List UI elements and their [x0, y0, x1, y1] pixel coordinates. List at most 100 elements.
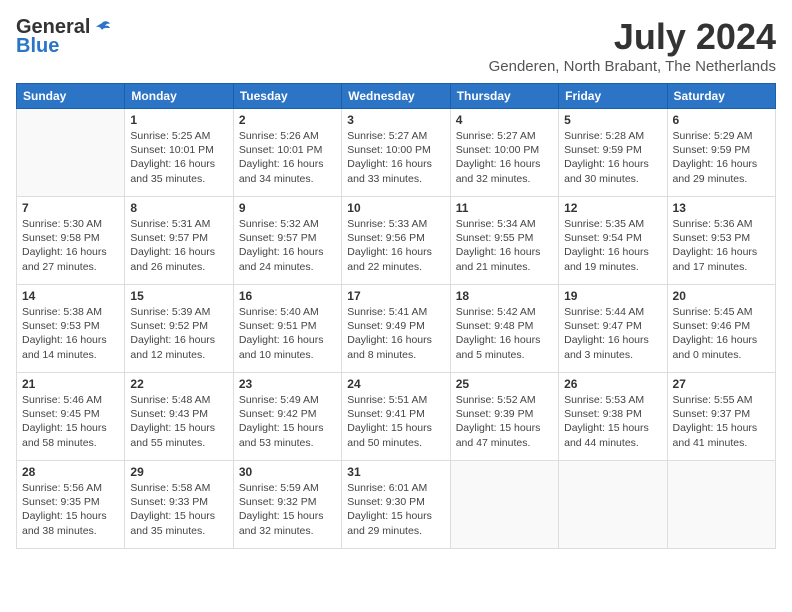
logo: General Blue: [16, 16, 112, 58]
day-number: 18: [456, 289, 553, 303]
day-number: 17: [347, 289, 444, 303]
day-number: 27: [673, 377, 770, 391]
day-number: 16: [239, 289, 336, 303]
calendar-cell: 28 Sunrise: 5:56 AMSunset: 9:35 PMDayligh…: [17, 461, 125, 549]
calendar-cell: 14Sunrise: 5:38 AMSunset: 9:53 PMDayligh…: [17, 285, 125, 373]
column-header-monday: Monday: [125, 84, 233, 109]
calendar-cell: 25 Sunrise: 5:52 AMSunset: 9:39 PMDayligh…: [450, 373, 558, 461]
logo-bird-icon: [92, 18, 112, 38]
calendar-cell: 24Sunrise: 5:51 AMSunset: 9:41 PMDayligh…: [342, 373, 450, 461]
day-number: 28: [22, 465, 119, 479]
day-info: Sunrise: 5:34 AMSunset: 9:55 PMDaylight:…: [456, 217, 553, 274]
day-number: 6: [673, 113, 770, 127]
calendar-cell: [559, 461, 667, 549]
week-row-5: 28 Sunrise: 5:56 AMSunset: 9:35 PMDayligh…: [17, 461, 776, 549]
calendar-cell: 3Sunrise: 5:27 AMSunset: 10:00 PMDayligh…: [342, 109, 450, 197]
calendar-cell: 30 Sunrise: 5:59 AMSunset: 9:32 PMDayligh…: [233, 461, 341, 549]
day-number: 14: [22, 289, 119, 303]
day-number: 26: [564, 377, 661, 391]
day-number: 10: [347, 201, 444, 215]
calendar-cell: [450, 461, 558, 549]
calendar-cell: 8 Sunrise: 5:31 AMSunset: 9:57 PMDaylight…: [125, 197, 233, 285]
calendar-cell: 18 Sunrise: 5:42 AMSunset: 9:48 PMDayligh…: [450, 285, 558, 373]
calendar-cell: 10 Sunrise: 5:33 AMSunset: 9:56 PMDayligh…: [342, 197, 450, 285]
day-info: Sunrise: 5:45 AMSunset: 9:46 PMDaylight:…: [673, 305, 770, 362]
calendar-cell: 9 Sunrise: 5:32 AMSunset: 9:57 PMDaylight…: [233, 197, 341, 285]
calendar-cell: 20 Sunrise: 5:45 AMSunset: 9:46 PMDayligh…: [667, 285, 775, 373]
calendar-cell: 11 Sunrise: 5:34 AMSunset: 9:55 PMDayligh…: [450, 197, 558, 285]
calendar-cell: 27 Sunrise: 5:55 AMSunset: 9:37 PMDayligh…: [667, 373, 775, 461]
calendar-cell: 1 Sunrise: 5:25 AMSunset: 10:01 PMDayligh…: [125, 109, 233, 197]
day-number: 31: [347, 465, 444, 479]
day-number: 7: [22, 201, 119, 215]
calendar-cell: 6 Sunrise: 5:29 AMSunset: 9:59 PMDaylight…: [667, 109, 775, 197]
day-info: Sunrise: 5:48 AMSunset: 9:43 PMDaylight:…: [130, 393, 227, 450]
month-year-title: July 2024: [489, 16, 776, 58]
title-block: July 2024 Genderen, North Brabant, The N…: [489, 16, 776, 75]
day-number: 15: [130, 289, 227, 303]
day-info: Sunrise: 5:39 AMSunset: 9:52 PMDaylight:…: [130, 305, 227, 362]
calendar-cell: 2Sunrise: 5:26 AMSunset: 10:01 PMDayligh…: [233, 109, 341, 197]
calendar-cell: 7 Sunrise: 5:30 AMSunset: 9:58 PMDaylight…: [17, 197, 125, 285]
day-info: Sunrise: 5:53 AMSunset: 9:38 PMDaylight:…: [564, 393, 661, 450]
calendar-cell: 4 Sunrise: 5:27 AMSunset: 10:00 PMDayligh…: [450, 109, 558, 197]
day-number: 19: [564, 289, 661, 303]
column-header-sunday: Sunday: [17, 84, 125, 109]
day-info: Sunrise: 5:31 AMSunset: 9:57 PMDaylight:…: [130, 217, 227, 274]
day-info: Sunrise: 5:28 AMSunset: 9:59 PMDaylight:…: [564, 129, 661, 186]
day-info: Sunrise: 5:27 AMSunset: 10:00 PMDaylight…: [456, 129, 553, 186]
day-info: Sunrise: 5:56 AMSunset: 9:35 PMDaylight:…: [22, 481, 119, 538]
day-info: Sunrise: 5:58 AMSunset: 9:33 PMDaylight:…: [130, 481, 227, 538]
day-info: Sunrise: 5:32 AMSunset: 9:57 PMDaylight:…: [239, 217, 336, 274]
day-number: 30: [239, 465, 336, 479]
day-info: Sunrise: 5:42 AMSunset: 9:48 PMDaylight:…: [456, 305, 553, 362]
day-info: Sunrise: 5:35 AMSunset: 9:54 PMDaylight:…: [564, 217, 661, 274]
column-header-wednesday: Wednesday: [342, 84, 450, 109]
day-number: 4: [456, 113, 553, 127]
day-info: Sunrise: 5:25 AMSunset: 10:01 PMDaylight…: [130, 129, 227, 186]
calendar-cell: [667, 461, 775, 549]
week-row-1: 1 Sunrise: 5:25 AMSunset: 10:01 PMDayligh…: [17, 109, 776, 197]
day-number: 29: [130, 465, 227, 479]
week-row-3: 14Sunrise: 5:38 AMSunset: 9:53 PMDayligh…: [17, 285, 776, 373]
day-info: Sunrise: 5:51 AMSunset: 9:41 PMDaylight:…: [347, 393, 444, 450]
calendar-cell: 12Sunrise: 5:35 AMSunset: 9:54 PMDayligh…: [559, 197, 667, 285]
location-subtitle: Genderen, North Brabant, The Netherlands: [489, 58, 776, 75]
day-number: 3: [347, 113, 444, 127]
day-info: Sunrise: 5:55 AMSunset: 9:37 PMDaylight:…: [673, 393, 770, 450]
day-number: 25: [456, 377, 553, 391]
logo-blue-text: Blue: [16, 35, 59, 58]
day-number: 22: [130, 377, 227, 391]
day-number: 9: [239, 201, 336, 215]
day-info: Sunrise: 5:30 AMSunset: 9:58 PMDaylight:…: [22, 217, 119, 274]
calendar-cell: 17Sunrise: 5:41 AMSunset: 9:49 PMDayligh…: [342, 285, 450, 373]
page-header: General Blue July 2024 Genderen, North B…: [16, 16, 776, 75]
day-number: 21: [22, 377, 119, 391]
calendar-cell: 22 Sunrise: 5:48 AMSunset: 9:43 PMDayligh…: [125, 373, 233, 461]
day-info: Sunrise: 5:33 AMSunset: 9:56 PMDaylight:…: [347, 217, 444, 274]
calendar-header-row: SundayMondayTuesdayWednesdayThursdayFrid…: [17, 84, 776, 109]
day-number: 2: [239, 113, 336, 127]
day-info: Sunrise: 5:59 AMSunset: 9:32 PMDaylight:…: [239, 481, 336, 538]
calendar-cell: 5 Sunrise: 5:28 AMSunset: 9:59 PMDaylight…: [559, 109, 667, 197]
calendar-cell: 21Sunrise: 5:46 AMSunset: 9:45 PMDayligh…: [17, 373, 125, 461]
calendar-cell: 23Sunrise: 5:49 AMSunset: 9:42 PMDayligh…: [233, 373, 341, 461]
day-info: Sunrise: 5:44 AMSunset: 9:47 PMDaylight:…: [564, 305, 661, 362]
calendar-cell: 26 Sunrise: 5:53 AMSunset: 9:38 PMDayligh…: [559, 373, 667, 461]
day-info: Sunrise: 5:52 AMSunset: 9:39 PMDaylight:…: [456, 393, 553, 450]
day-number: 5: [564, 113, 661, 127]
day-number: 11: [456, 201, 553, 215]
calendar-cell: [17, 109, 125, 197]
calendar-cell: 29 Sunrise: 5:58 AMSunset: 9:33 PMDayligh…: [125, 461, 233, 549]
calendar-cell: 15 Sunrise: 5:39 AMSunset: 9:52 PMDayligh…: [125, 285, 233, 373]
day-info: Sunrise: 5:40 AMSunset: 9:51 PMDaylight:…: [239, 305, 336, 362]
column-header-thursday: Thursday: [450, 84, 558, 109]
day-number: 8: [130, 201, 227, 215]
column-header-friday: Friday: [559, 84, 667, 109]
week-row-4: 21Sunrise: 5:46 AMSunset: 9:45 PMDayligh…: [17, 373, 776, 461]
calendar-cell: 13Sunrise: 5:36 AMSunset: 9:53 PMDayligh…: [667, 197, 775, 285]
day-info: Sunrise: 5:29 AMSunset: 9:59 PMDaylight:…: [673, 129, 770, 186]
calendar-cell: 16 Sunrise: 5:40 AMSunset: 9:51 PMDayligh…: [233, 285, 341, 373]
day-number: 20: [673, 289, 770, 303]
day-number: 1: [130, 113, 227, 127]
